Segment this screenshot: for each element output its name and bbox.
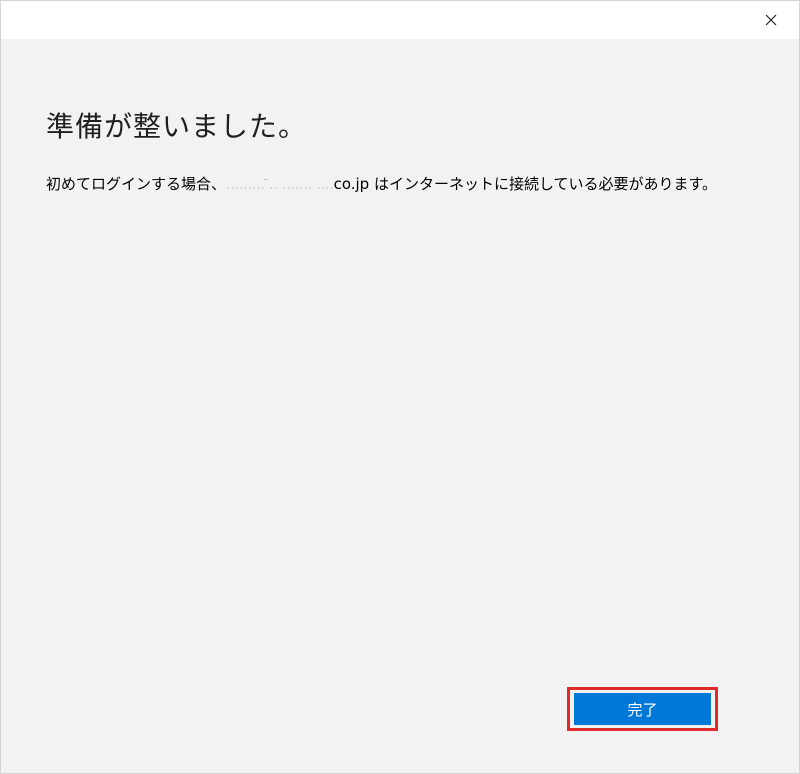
page-title: 準備が整いました。 bbox=[46, 110, 308, 143]
redacted-domain-text: ……… ̄‥ ‥‥… …. bbox=[226, 178, 334, 193]
setup-dialog: 準備が整いました。 初めてログインする場合、……… ̄‥ ‥‥… ….co.jp… bbox=[0, 0, 800, 774]
title-bar bbox=[1, 1, 799, 39]
domain-suffix: co.jp bbox=[333, 175, 370, 193]
done-button[interactable]: 完了 bbox=[574, 693, 711, 725]
message-prefix: 初めてログインする場合、 bbox=[46, 175, 227, 193]
setup-message: 初めてログインする場合、……… ̄‥ ‥‥… ….co.jp はインターネットに… bbox=[46, 172, 726, 198]
close-icon bbox=[765, 14, 777, 26]
message-suffix: はインターネットに接続している必要があります。 bbox=[369, 175, 718, 193]
close-button[interactable] bbox=[751, 2, 791, 38]
